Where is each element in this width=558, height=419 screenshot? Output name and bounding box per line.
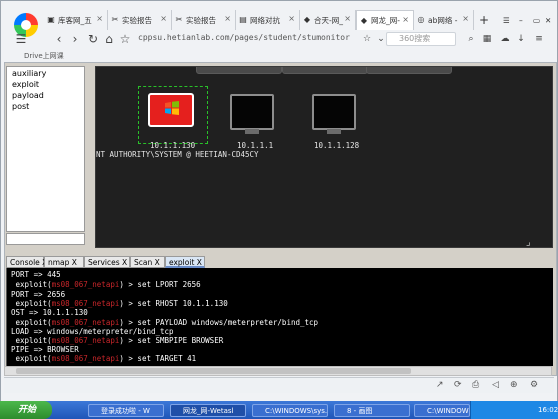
- host-10-1-1-128[interactable]: [310, 92, 358, 136]
- console-line: exploit(ms08_067_netapi) > set LPORT 265…: [11, 280, 201, 289]
- url-text[interactable]: cppsu.hetianlab.com/pages/student/stumon…: [138, 33, 350, 42]
- session-info: NT AUTHORITY\SYSTEM @ HEETIAN-CD45CY: [96, 150, 259, 159]
- sync-icon[interactable]: ⟳: [454, 380, 462, 390]
- close-tab-icon[interactable]: ×: [402, 15, 409, 24]
- browser-tab-active[interactable]: ◆ 网龙_网- ×: [356, 10, 414, 30]
- browser-tab[interactable]: ▤ 网络对抗 ×: [236, 10, 300, 30]
- browser-tab[interactable]: ◎ ab网络 - ×: [414, 10, 474, 30]
- browser-tab[interactable]: ✂ 实验报告 ×: [108, 10, 172, 30]
- extensions-icon[interactable]: ▦: [480, 31, 494, 47]
- host-ip-label: 10.1.1.128: [314, 141, 360, 150]
- bookmark-item[interactable]: Drive上网课: [24, 52, 64, 60]
- browser-tab[interactable]: ✂ 实验报告 ×: [172, 10, 236, 30]
- toolbar-tab[interactable]: [282, 67, 368, 74]
- toolbar-tab[interactable]: [366, 67, 452, 74]
- minimize-icon[interactable]: –: [516, 10, 528, 30]
- back-icon[interactable]: ‹: [52, 31, 66, 47]
- console-line: exploit(ms08_067_netapi) > set RHOST 10.…: [11, 299, 228, 308]
- tab-list-icon[interactable]: ☰: [500, 10, 514, 30]
- console-line: PORT => 2656: [11, 290, 66, 299]
- close-tab-icon[interactable]: ×: [96, 14, 103, 23]
- tree-item-payload[interactable]: payload: [12, 91, 44, 100]
- sound-icon[interactable]: ◁: [492, 380, 499, 390]
- module-search-input[interactable]: [6, 233, 85, 245]
- host-ip-label: 10.1.1.130: [150, 141, 196, 150]
- maximize-icon[interactable]: ▭: [530, 10, 542, 30]
- download-icon[interactable]: ↓: [514, 31, 528, 47]
- favorite-star-icon[interactable]: ☆: [360, 31, 374, 47]
- start-button[interactable]: 开始: [0, 401, 52, 419]
- scrollbar-thumb[interactable]: [16, 368, 411, 374]
- close-tab-icon[interactable]: ×: [288, 14, 295, 23]
- tab-bar: ▣ 库客网_五 × ✂ 实验报告 × ✂ 实验报告 × ▤ 网络对抗 × ◆ 合天-网_ × ◆ 网龙…: [4, 10, 554, 30]
- page-icon: ✂: [111, 15, 119, 24]
- page-icon: ✂: [175, 15, 183, 24]
- monitor-icon: [312, 94, 356, 130]
- tree-item-exploit[interactable]: exploit: [12, 80, 39, 89]
- more-menu-icon[interactable]: ≡: [532, 31, 546, 47]
- cloud-icon[interactable]: ☁: [498, 31, 512, 47]
- zoom-icon[interactable]: ⊕: [510, 380, 518, 390]
- forward-icon[interactable]: ›: [68, 31, 82, 47]
- shield-icon: ◆: [360, 15, 368, 25]
- close-tab-icon[interactable]: ×: [160, 14, 167, 23]
- reload-icon[interactable]: ↻: [86, 31, 100, 47]
- screenshot-icon[interactable]: ⎙: [472, 380, 479, 390]
- close-tab-icon[interactable]: ×: [344, 14, 351, 23]
- console-line: exploit(ms08_067_netapi) > set TARGET 41: [11, 354, 197, 363]
- page-icon: ▣: [47, 15, 55, 24]
- new-tab-button[interactable]: +: [476, 10, 492, 30]
- browser-tab[interactable]: ◆ 合天-网_ ×: [300, 10, 356, 30]
- console-line: PORT => 445: [11, 270, 61, 279]
- console-line: exploit(ms08_067_netapi) > set PAYLOAD w…: [11, 318, 319, 327]
- console-line: PIPE => BROWSER: [11, 345, 79, 354]
- bookmark-star-icon[interactable]: ☆: [118, 31, 132, 47]
- tab-exploit[interactable]: exploit X: [165, 256, 205, 268]
- page-icon: ◎: [417, 15, 425, 24]
- console-tab-bar: Console X nmap X Services X Scan X explo…: [6, 256, 554, 268]
- browser-tab[interactable]: ▣ 库客网_五 ×: [44, 10, 108, 30]
- tab-console[interactable]: Console X: [6, 256, 47, 268]
- close-window-icon[interactable]: ✕: [542, 10, 554, 30]
- clock: 16:02: [538, 406, 558, 414]
- page-icon: ▤: [239, 15, 247, 24]
- host-10-1-1-1[interactable]: [228, 92, 276, 136]
- console-line: LOAD => windows/meterpreter/bind_tcp: [11, 327, 174, 336]
- tree-item-post[interactable]: post: [12, 102, 29, 111]
- taskbar-item[interactable]: 8 - 画图: [334, 404, 410, 417]
- taskbar-item[interactable]: C:\WINDOWS\sys...: [414, 404, 470, 417]
- module-tree: auxiliary exploit payload post: [6, 66, 85, 232]
- share-icon[interactable]: ↗: [436, 380, 444, 390]
- host-ip-label: 10.1.1.1: [237, 141, 274, 150]
- taskbar-item-active[interactable]: 网龙_网-Wetasl: [170, 404, 246, 417]
- tab-nmap[interactable]: nmap X: [44, 256, 84, 268]
- home-icon[interactable]: ⌂: [102, 31, 116, 47]
- close-tab-icon[interactable]: ×: [462, 14, 469, 23]
- shield-icon: ◆: [303, 15, 311, 24]
- close-tab-icon[interactable]: ×: [224, 14, 231, 23]
- settings-icon[interactable]: ⚙: [530, 380, 538, 390]
- windows-logo-icon: [165, 101, 179, 115]
- monitor-icon: [230, 94, 274, 130]
- tab-services[interactable]: Services X: [84, 256, 130, 268]
- bookmarks-bar: Drive上网课: [4, 49, 554, 63]
- taskbar-item[interactable]: C:\WINDOWS\sys...: [252, 404, 328, 417]
- console-output: PORT => 445 exploit(ms08_067_netapi) > s…: [6, 268, 553, 366]
- toolbar-tab[interactable]: [196, 67, 282, 74]
- console-line: exploit(ms08_067_netapi) > set SMBPIPE B…: [11, 336, 224, 345]
- menu-icon[interactable]: ☰: [14, 31, 28, 47]
- console-line: OST => 10.1.1.130: [11, 308, 88, 317]
- tree-item-auxiliary[interactable]: auxiliary: [12, 69, 46, 78]
- search-input[interactable]: 360搜索: [386, 32, 456, 46]
- search-icon[interactable]: ⌕: [464, 31, 478, 47]
- tab-scan[interactable]: Scan X: [130, 256, 165, 268]
- taskbar-item[interactable]: 登录成功啦 - W: [88, 404, 164, 417]
- resize-handle-icon[interactable]: ⌟: [526, 237, 531, 248]
